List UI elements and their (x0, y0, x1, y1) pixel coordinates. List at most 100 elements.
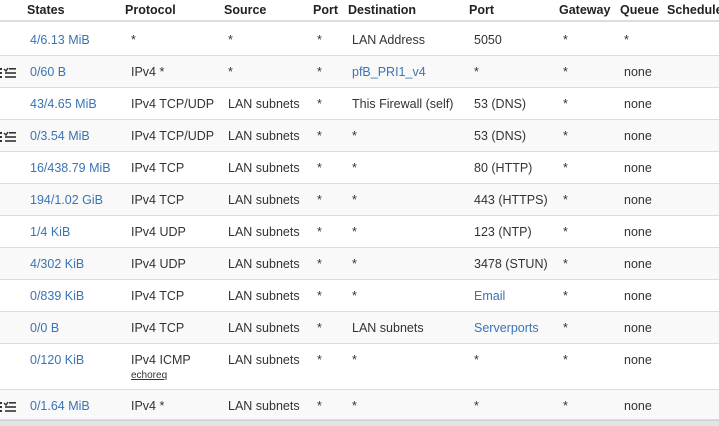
header-source-port[interactable]: Port (313, 3, 338, 17)
states-link[interactable]: 16/438.79 MiB (30, 161, 111, 175)
queue-cell: none (624, 353, 652, 367)
header-protocol[interactable]: Protocol (125, 3, 176, 17)
destination-cell: * (352, 225, 357, 239)
table-row[interactable]: 1/4 KiB IPv4 UDP LAN subnets * * 123 (NTP) * no… (0, 216, 719, 248)
source-cell: * (228, 33, 233, 47)
states-link[interactable]: 4/302 KiB (30, 257, 84, 271)
destination-cell: This Firewall (self) (352, 97, 454, 111)
table-row[interactable]: 0/0 B IPv4 TCP LAN subnets * LAN subnets Serv… (0, 312, 719, 344)
destination-port-cell: * (474, 65, 479, 79)
header-queue[interactable]: Queue (620, 3, 659, 17)
states-link[interactable]: 0/0 B (30, 321, 59, 335)
queue-cell: none (624, 193, 652, 207)
source-port-cell: * (317, 257, 322, 271)
destination-cell: * (352, 161, 357, 175)
gateway-cell: * (563, 65, 568, 79)
destination-cell: * (352, 193, 357, 207)
gateway-cell: * (563, 289, 568, 303)
protocol-cell: IPv4 TCP (131, 321, 185, 335)
protocol-cell: IPv4 UDP (131, 257, 186, 271)
header-destination[interactable]: Destination (348, 3, 416, 17)
source-port-cell: * (317, 399, 322, 413)
destination-cell: * (352, 353, 357, 367)
states-link[interactable]: 0/120 KiB (30, 353, 84, 367)
queue-cell: none (624, 257, 652, 271)
states-link[interactable]: 0/60 B (30, 65, 66, 79)
header-states[interactable]: States (27, 3, 65, 17)
table-row[interactable]: 0/839 KiB IPv4 TCP LAN subnets * * Email * none (0, 280, 719, 312)
table-row[interactable]: 194/1.02 GiB IPv4 TCP LAN subnets * * 443 (HT… (0, 184, 719, 216)
gateway-cell: * (563, 399, 568, 413)
destination-cell[interactable]: pfB_PRI1_v4 (352, 65, 426, 79)
destination-port-cell: 53 (DNS) (474, 129, 527, 143)
table-footer-bar (0, 420, 719, 426)
source-cell: LAN subnets (228, 399, 300, 413)
source-port-cell: * (317, 33, 322, 47)
source-port-cell: * (317, 193, 322, 207)
destination-cell: * (352, 399, 357, 413)
source-cell: * (228, 65, 233, 79)
destination-port-cell: 80 (HTTP) (474, 161, 533, 175)
destination-port-cell: 5050 (474, 33, 502, 47)
gateway-cell: * (563, 193, 568, 207)
source-port-cell: * (317, 321, 322, 335)
states-link[interactable]: 0/1.64 MiB (30, 399, 90, 413)
table-row[interactable]: 0/60 B IPv4 * * * pfB_PRI1_v4 * * none (0, 56, 719, 88)
table-row[interactable]: 0/1.64 MiB IPv4 * LAN subnets * * * * none (0, 390, 719, 420)
header-schedule[interactable]: Schedule (667, 3, 719, 17)
destination-port-cell[interactable]: Email (474, 289, 505, 303)
gateway-cell: * (563, 257, 568, 271)
source-cell: LAN subnets (228, 321, 300, 335)
destination-port-cell: * (474, 399, 479, 413)
protocol-cell: IPv4 TCP/UDP (131, 97, 215, 111)
gateway-cell: * (563, 321, 568, 335)
anchor-list-icon[interactable] (0, 400, 16, 414)
states-link[interactable]: 194/1.02 GiB (30, 193, 103, 207)
destination-cell: LAN subnets (352, 321, 424, 335)
destination-port-cell[interactable]: Serverports (474, 321, 539, 335)
states-link[interactable]: 43/4.65 MiB (30, 97, 97, 111)
source-cell: LAN subnets (228, 161, 300, 175)
protocol-cell: IPv4 TCP (131, 161, 185, 175)
queue-cell: none (624, 97, 652, 111)
destination-cell: LAN Address (352, 33, 425, 47)
table-row[interactable]: 4/6.13 MiB * * * LAN Address 5050 * * (0, 24, 719, 56)
destination-port-cell: 443 (HTTPS) (474, 193, 548, 207)
header-source[interactable]: Source (224, 3, 266, 17)
states-link[interactable]: 0/839 KiB (30, 289, 84, 303)
queue-cell: none (624, 321, 652, 335)
protocol-cell: * (131, 33, 136, 47)
states-link[interactable]: 4/6.13 MiB (30, 33, 90, 47)
table-header: States Protocol Source Port Destination … (0, 0, 719, 22)
protocol-cell: IPv4 UDP (131, 225, 186, 239)
anchor-list-icon[interactable] (0, 130, 16, 144)
gateway-cell: * (563, 97, 568, 111)
header-gateway[interactable]: Gateway (559, 3, 610, 17)
destination-port-cell: 123 (NTP) (474, 225, 532, 239)
gateway-cell: * (563, 225, 568, 239)
states-link[interactable]: 1/4 KiB (30, 225, 70, 239)
table-row[interactable]: 43/4.65 MiB IPv4 TCP/UDP LAN subnets * This … (0, 88, 719, 120)
destination-cell: * (352, 257, 357, 271)
states-link[interactable]: 0/3.54 MiB (30, 129, 90, 143)
source-cell: LAN subnets (228, 97, 300, 111)
gateway-cell: * (563, 161, 568, 175)
protocol-cell: IPv4 TCP/UDP (131, 129, 215, 143)
protocol-cell: IPv4 TCP (131, 289, 185, 303)
header-destination-port[interactable]: Port (469, 3, 494, 17)
table-row[interactable]: 0/3.54 MiB IPv4 TCP/UDP LAN subnets * * 53 (D… (0, 120, 719, 152)
icmp-type-link[interactable]: echoreq (131, 370, 167, 381)
queue-cell: * (624, 33, 629, 47)
table-row[interactable]: 4/302 KiB IPv4 UDP LAN subnets * * 3478 (STUN… (0, 248, 719, 280)
queue-cell: none (624, 225, 652, 239)
queue-cell: none (624, 161, 652, 175)
source-cell: LAN subnets (228, 289, 300, 303)
source-cell: LAN subnets (228, 193, 300, 207)
table-row[interactable]: 0/120 KiB IPv4 ICMP LAN subnets * * * * none ech… (0, 344, 719, 390)
queue-cell: none (624, 289, 652, 303)
table-row[interactable]: 16/438.79 MiB IPv4 TCP LAN subnets * * 80 (HT… (0, 152, 719, 184)
protocol-cell: IPv4 ICMP (131, 353, 191, 367)
anchor-list-icon[interactable] (0, 66, 16, 80)
source-port-cell: * (317, 65, 322, 79)
source-cell: LAN subnets (228, 257, 300, 271)
